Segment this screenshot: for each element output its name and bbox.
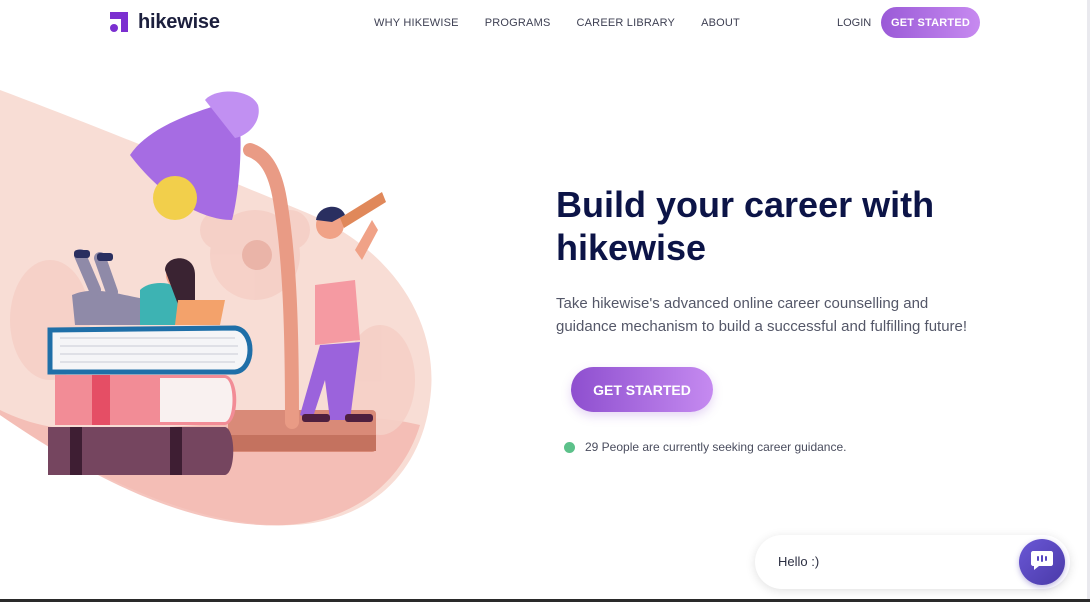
- guidance-status: 29 People are currently seeking career g…: [564, 440, 847, 454]
- main-nav: WHY HIKEWISE PROGRAMS CAREER LIBRARY ABO…: [374, 17, 740, 29]
- hikewise-logo-icon: [108, 10, 132, 34]
- login-link[interactable]: LOGIN: [837, 17, 871, 29]
- hero-description: Take hikewise's advanced online career c…: [556, 295, 968, 335]
- chat-greeting-text: Hello :): [778, 554, 820, 569]
- nav-about[interactable]: ABOUT: [701, 17, 740, 29]
- status-text: 29 People are currently seeking career g…: [585, 440, 847, 454]
- nav-career-library[interactable]: CAREER LIBRARY: [577, 17, 676, 29]
- nav-why-hikewise[interactable]: WHY HIKEWISE: [374, 17, 459, 29]
- career-illustration: [0, 80, 440, 540]
- header-get-started-button[interactable]: GET STARTED: [881, 7, 980, 38]
- site-header: hikewise WHY HIKEWISE PROGRAMS CAREER LI…: [0, 0, 1090, 46]
- hero-title: Build your career with hikewise: [556, 184, 935, 268]
- nav-programs[interactable]: PROGRAMS: [485, 17, 551, 29]
- logo[interactable]: hikewise: [108, 10, 220, 34]
- chat-launcher-button[interactable]: [1019, 539, 1065, 585]
- online-status-dot-icon: [564, 441, 575, 453]
- logo-text: hikewise: [138, 10, 220, 33]
- chat-bubble-icon: [1030, 549, 1054, 576]
- hero-get-started-button[interactable]: GET STARTED: [571, 367, 713, 412]
